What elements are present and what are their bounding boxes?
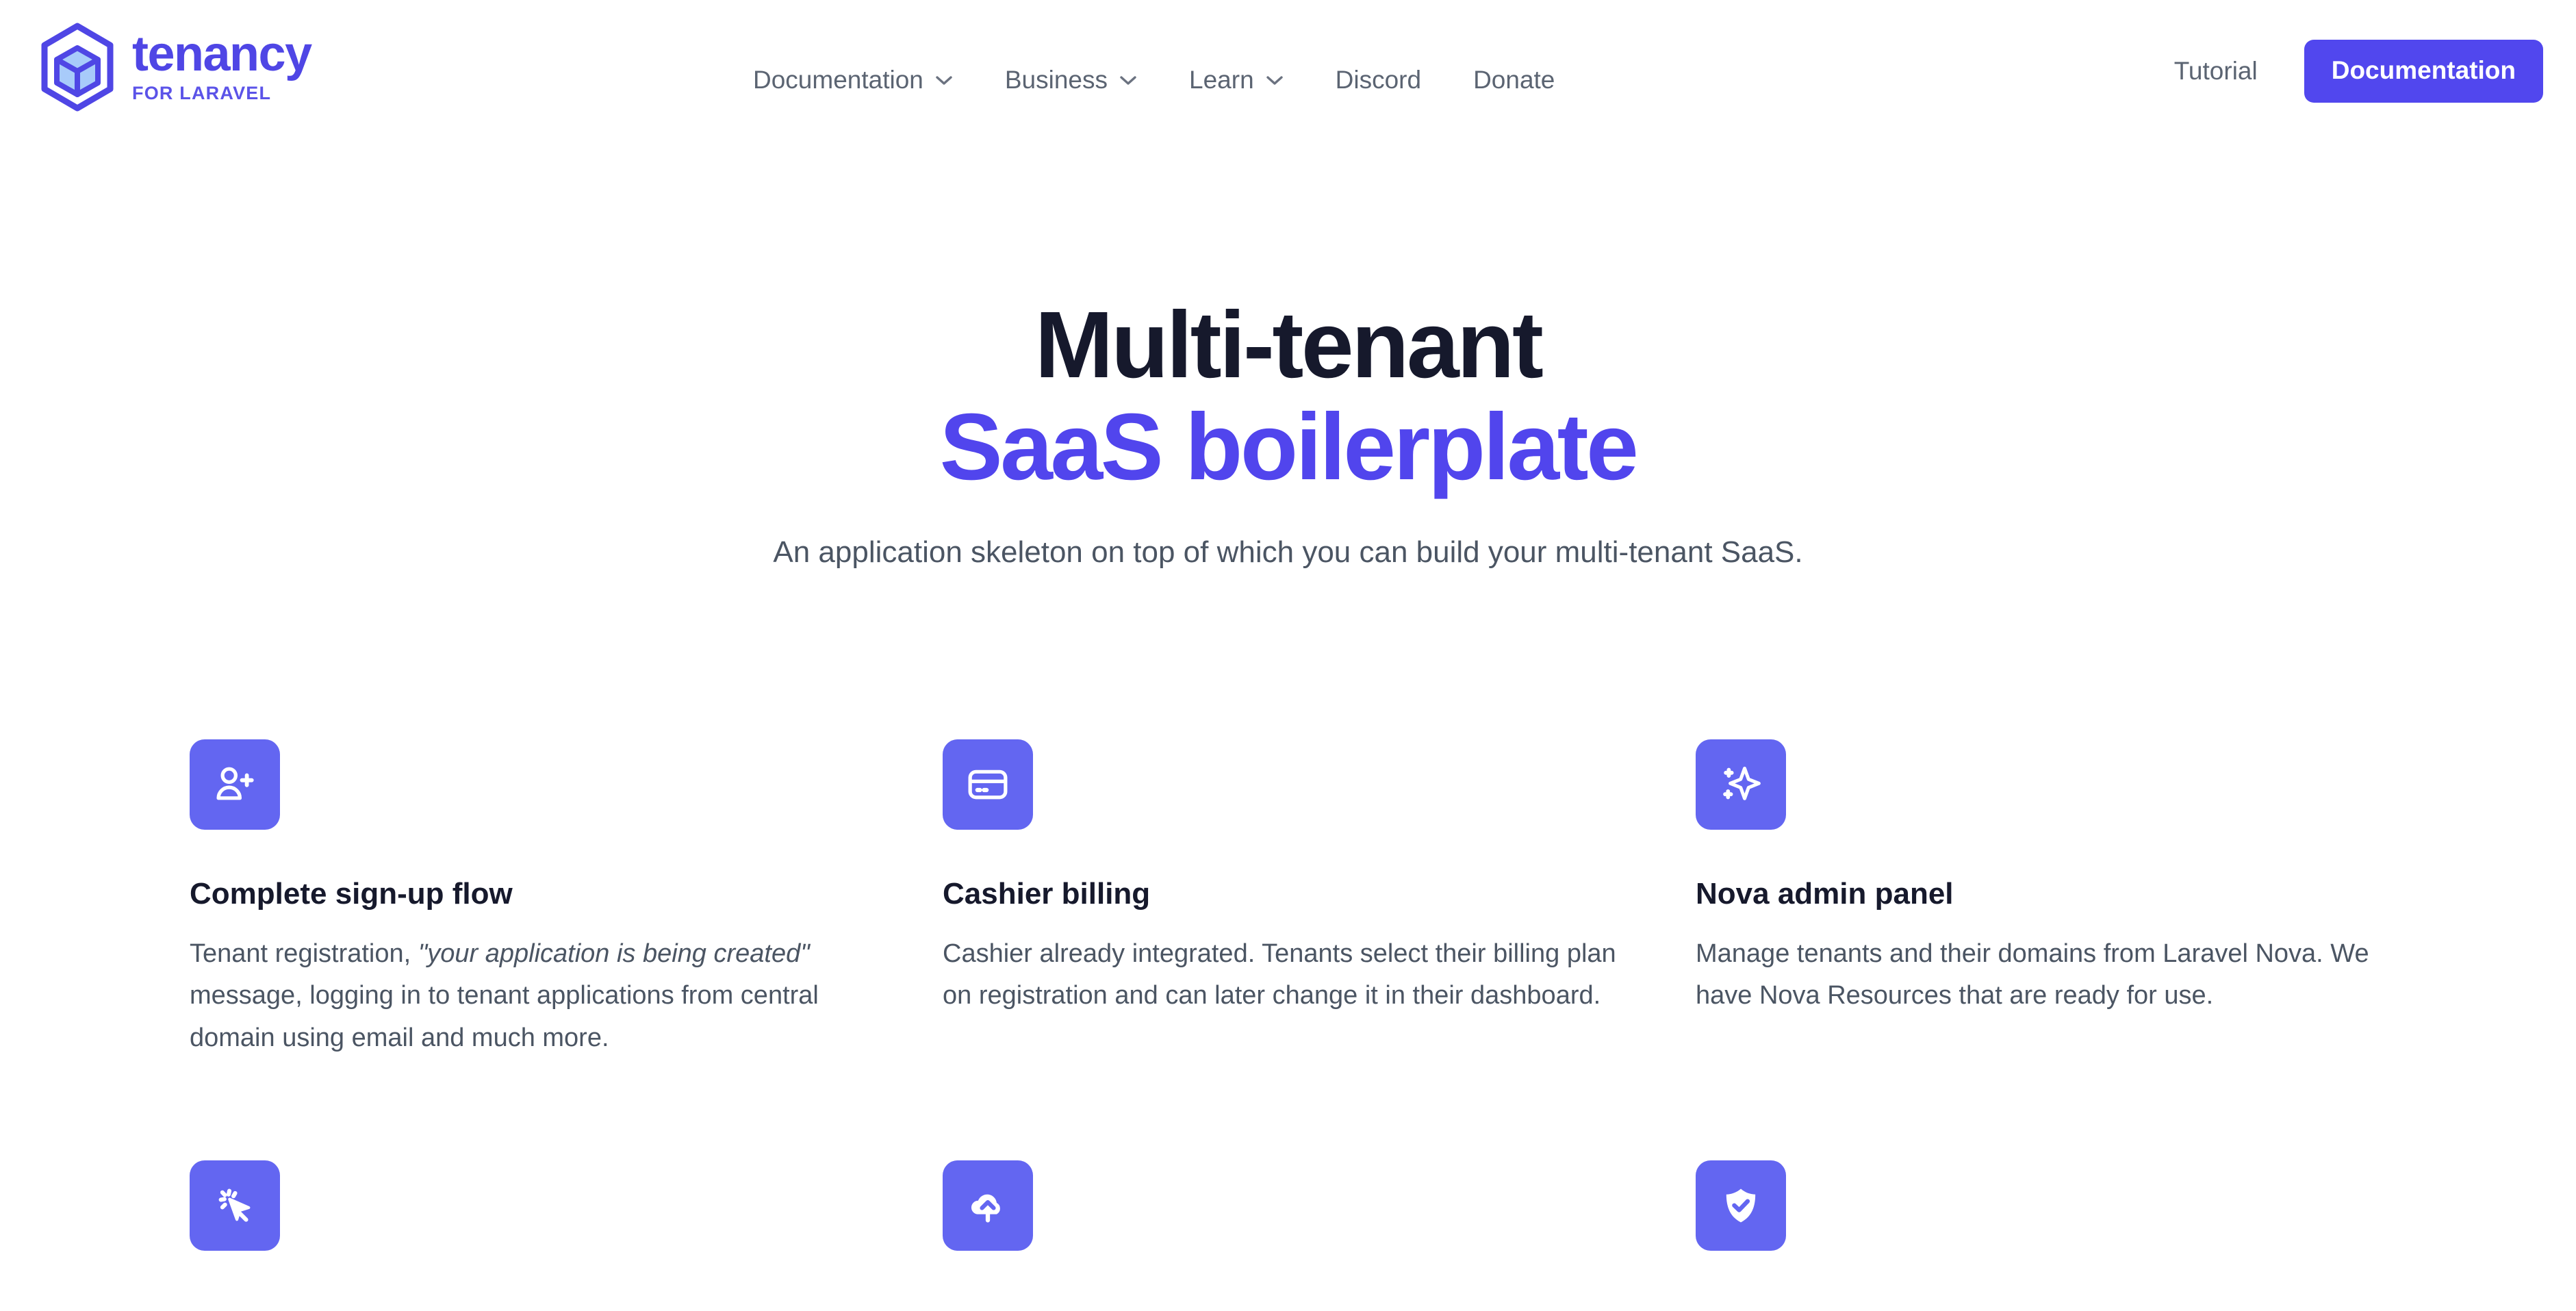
hero-title-line-1: Multi-tenant xyxy=(1034,292,1544,398)
feature-icon-tile xyxy=(190,739,280,830)
nav-item-business[interactable]: Business xyxy=(1005,67,1137,92)
feature-icon-tile xyxy=(943,739,1033,830)
cursor-click-icon xyxy=(218,1188,251,1223)
chevron-down-icon xyxy=(936,75,952,85)
feature-description: Tenant registration, "your application i… xyxy=(190,933,874,1060)
sparkles-icon xyxy=(1723,766,1761,800)
feature-desc-part1: Manage tenants and their domains from La… xyxy=(1696,939,2369,1010)
header-actions: Tutorial Documentation xyxy=(2174,40,2543,103)
nav-item-label: Discord xyxy=(1335,66,1422,94)
nav-item-label: Learn xyxy=(1189,66,1254,94)
tutorial-link[interactable]: Tutorial xyxy=(2174,57,2258,86)
brand-tagline: FOR LARAVEL xyxy=(132,82,272,103)
shield-check-icon xyxy=(1726,1188,1756,1223)
documentation-cta-button[interactable]: Documentation xyxy=(2304,40,2543,103)
chevron-down-icon xyxy=(1266,75,1283,85)
hexagon-cube-icon xyxy=(41,23,114,112)
feature-icon-tile xyxy=(1696,739,1786,830)
credit-card-icon xyxy=(968,769,1008,800)
nav-item-label: Business xyxy=(1004,66,1108,94)
primary-navigation: Documentation Business Learn Discord Don… xyxy=(753,67,1555,92)
feature-icon-tile xyxy=(1696,1160,1786,1251)
nav-item-discord[interactable]: Discord xyxy=(1336,67,1421,92)
nav-item-learn[interactable]: Learn xyxy=(1189,67,1284,92)
cloud-upload-icon xyxy=(971,1195,1000,1223)
chevron-down-icon xyxy=(1120,75,1136,85)
feature-card: Complete sign-up flow Tenant registratio… xyxy=(190,739,874,1059)
feature-desc-part1: Tenant registration, xyxy=(190,939,418,968)
landing-page: tenancy FOR LARAVEL Documentation Busine… xyxy=(0,0,2576,1311)
feature-icon-tile xyxy=(943,1160,1033,1251)
feature-card: Cashier billing Cashier already integrat… xyxy=(943,739,1627,1059)
brand-logo-link[interactable]: tenancy FOR LARAVEL xyxy=(38,22,312,112)
hero-subtitle: An application skeleton on top of which … xyxy=(773,535,1803,570)
feature-title: Complete sign-up flow xyxy=(190,877,513,911)
feature-icon-tile xyxy=(190,1160,280,1251)
feature-desc-quote: "your application is being created" xyxy=(418,939,810,968)
site-header: tenancy FOR LARAVEL Documentation Busine… xyxy=(0,0,2576,170)
nav-item-label: Documentation xyxy=(753,66,923,94)
page-title: Multi-tenant SaaS boilerplate xyxy=(0,294,2576,498)
feature-card: Nova admin panel Manage tenants and thei… xyxy=(1696,739,2380,1059)
hero-title-line-2: SaaS boilerplate xyxy=(939,394,1639,500)
feature-desc-part1: Cashier already integrated. Tenants sele… xyxy=(943,939,1616,1010)
user-plus-icon xyxy=(216,767,254,800)
features-grid: Complete sign-up flow Tenant registratio… xyxy=(190,739,2414,1297)
feature-desc-part2: message, logging in to tenant applicatio… xyxy=(190,981,819,1052)
feature-title: Nova admin panel xyxy=(1696,877,1954,911)
nav-item-donate[interactable]: Donate xyxy=(1473,67,1555,92)
feature-description: Manage tenants and their domains from La… xyxy=(1696,933,2380,1017)
brand-text-block: tenancy FOR LARAVEL xyxy=(132,27,312,104)
nav-item-documentation[interactable]: Documentation xyxy=(753,67,953,92)
nav-item-label: Donate xyxy=(1473,66,1555,94)
feature-description: Cashier already integrated. Tenants sele… xyxy=(943,933,1627,1017)
hero-section: Multi-tenant SaaS boilerplate An applica… xyxy=(0,294,2576,574)
feature-card xyxy=(1696,1160,2380,1297)
brand-name: tenancy xyxy=(132,27,312,82)
feature-card xyxy=(190,1160,874,1297)
feature-card xyxy=(943,1160,1627,1297)
feature-title: Cashier billing xyxy=(943,877,1151,911)
